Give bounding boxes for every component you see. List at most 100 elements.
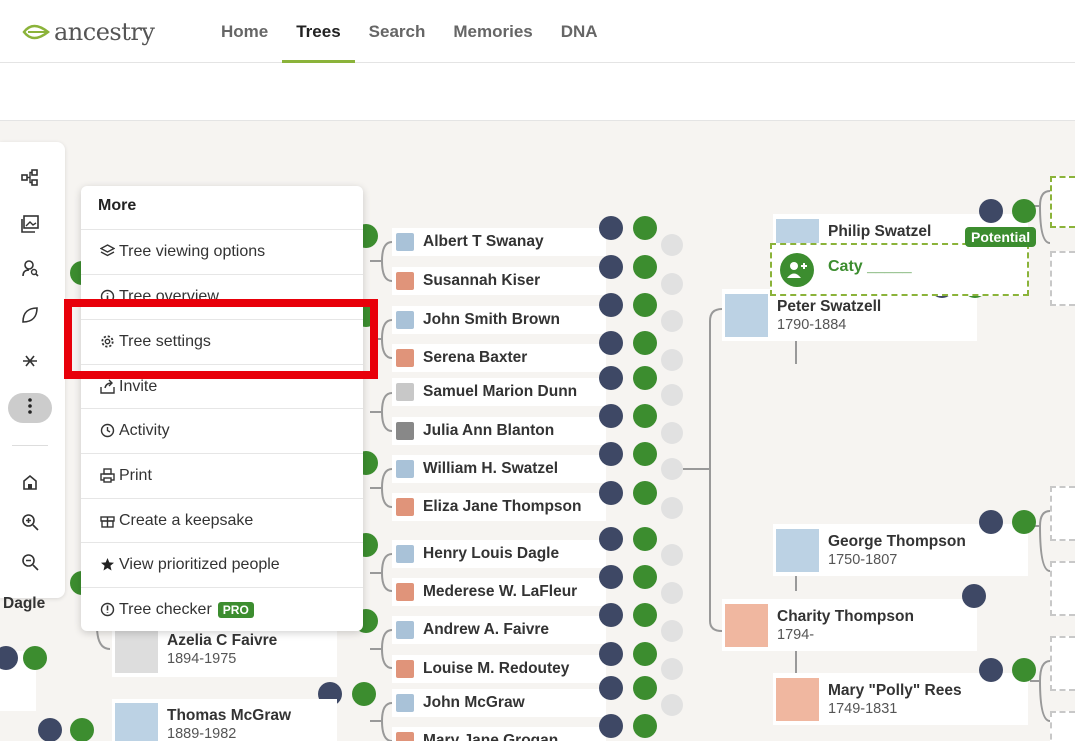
people-icon[interactable]: [599, 481, 623, 505]
people-search-button[interactable]: [8, 255, 52, 285]
people-icon[interactable]: [979, 199, 1003, 223]
home-button[interactable]: [8, 469, 52, 499]
add-parent-placeholder[interactable]: [1050, 251, 1075, 306]
person-card[interactable]: Eliza Jane Thompson: [392, 493, 606, 521]
chevron-right-icon[interactable]: [661, 384, 683, 406]
people-icon[interactable]: [599, 442, 623, 466]
people-icon[interactable]: [599, 676, 623, 700]
person-card[interactable]: John McGraw: [392, 689, 606, 717]
person-card[interactable]: Mederese W. LaFleur: [392, 578, 606, 606]
person-card[interactable]: Louise M. Redoutey: [392, 655, 606, 683]
zoom-out-button[interactable]: [8, 549, 52, 579]
compare-button[interactable]: [8, 348, 52, 378]
chevron-left-icon[interactable]: [661, 458, 683, 480]
chevron-right-icon[interactable]: [661, 349, 683, 371]
chevron-right-icon[interactable]: [661, 422, 683, 444]
person-card[interactable]: Andrew A. Faivre: [392, 616, 606, 644]
menu-item-label: Print: [119, 466, 152, 484]
people-icon[interactable]: [599, 216, 623, 240]
hint-leaf-icon[interactable]: [633, 331, 657, 355]
person-card[interactable]: Susannah Kiser: [392, 267, 606, 295]
hint-leaf-icon[interactable]: [1012, 658, 1036, 682]
people-icon[interactable]: [599, 565, 623, 589]
people-icon[interactable]: [38, 718, 62, 741]
ancestry-logo[interactable]: ancestry: [22, 18, 155, 46]
hint-leaf-icon[interactable]: [633, 642, 657, 666]
person-card[interactable]: William H. Swatzel: [392, 455, 606, 483]
hint-leaf-icon[interactable]: [633, 676, 657, 700]
menu-item-print[interactable]: Print: [81, 453, 363, 497]
chevron-right-icon[interactable]: [661, 273, 683, 295]
add-parent-placeholder[interactable]: [1050, 636, 1075, 691]
person-card[interactable]: Julia Ann Blanton: [392, 417, 606, 445]
hint-leaf-icon[interactable]: [633, 293, 657, 317]
chevron-right-icon[interactable]: [661, 497, 683, 519]
person-card[interactable]: Serena Baxter: [392, 344, 606, 372]
menu-item-tree-viewing-options[interactable]: Tree viewing options: [81, 229, 363, 273]
person-card[interactable]: Mary Jane Grogan: [392, 727, 606, 741]
person-name: Susannah Kiser: [423, 272, 541, 289]
person-card[interactable]: Charity Thompson 1794-: [722, 599, 977, 651]
person-card[interactable]: Henry Louis Dagle: [392, 540, 606, 568]
people-icon[interactable]: [599, 293, 623, 317]
tree-view-button[interactable]: [8, 165, 52, 195]
people-icon[interactable]: [599, 527, 623, 551]
nav-home[interactable]: Home: [207, 0, 282, 63]
people-icon[interactable]: [599, 255, 623, 279]
chevron-right-icon[interactable]: [661, 544, 683, 566]
hint-leaf-icon[interactable]: [633, 565, 657, 589]
people-icon[interactable]: [599, 642, 623, 666]
person-card[interactable]: John Smith Brown: [392, 306, 606, 334]
clock-icon: [98, 422, 116, 440]
chevron-right-icon[interactable]: [661, 310, 683, 332]
potential-person-card[interactable]: Caty _____: [770, 243, 1029, 296]
people-icon[interactable]: [599, 331, 623, 355]
add-parent-placeholder[interactable]: [1050, 176, 1075, 228]
menu-item-activity[interactable]: Activity: [81, 408, 363, 452]
menu-item-tree-checker[interactable]: Tree checker PRO: [81, 587, 363, 631]
hint-leaf-icon[interactable]: [1012, 199, 1036, 223]
hint-leaf-icon[interactable]: [633, 404, 657, 428]
hint-leaf-icon[interactable]: [633, 366, 657, 390]
add-parent-placeholder[interactable]: [1050, 711, 1075, 741]
chevron-right-icon[interactable]: [661, 658, 683, 680]
hint-leaf-icon[interactable]: [633, 255, 657, 279]
hint-leaf-icon[interactable]: [23, 646, 47, 670]
people-icon[interactable]: [599, 603, 623, 627]
people-icon[interactable]: [599, 714, 623, 738]
person-card[interactable]: Albert T Swanay: [392, 228, 606, 256]
menu-item-create-keepsake[interactable]: Create a keepsake: [81, 498, 363, 542]
hint-leaf-icon[interactable]: [633, 527, 657, 551]
add-parent-placeholder[interactable]: [1050, 486, 1075, 541]
hint-leaf-icon[interactable]: [633, 714, 657, 738]
hint-leaf-icon[interactable]: [70, 718, 94, 741]
hint-leaf-icon[interactable]: [1012, 510, 1036, 534]
nav-dna[interactable]: DNA: [547, 0, 612, 63]
chevron-right-icon[interactable]: [661, 582, 683, 604]
chevron-right-icon[interactable]: [661, 620, 683, 642]
hints-button[interactable]: [8, 302, 52, 332]
nav-memories[interactable]: Memories: [439, 0, 546, 63]
hint-leaf-icon[interactable]: [633, 603, 657, 627]
people-icon[interactable]: [599, 366, 623, 390]
hint-leaf-icon[interactable]: [633, 216, 657, 240]
person-card[interactable]: Thomas McGraw 1889-1982: [112, 699, 337, 741]
media-gallery-button[interactable]: [8, 211, 52, 241]
chevron-right-icon[interactable]: [661, 234, 683, 256]
person-card[interactable]: Samuel Marion Dunn: [392, 378, 606, 406]
chevron-right-icon[interactable]: [661, 694, 683, 716]
add-parent-placeholder[interactable]: [1050, 561, 1075, 616]
nav-trees[interactable]: Trees: [282, 0, 356, 63]
people-icon[interactable]: [962, 584, 986, 608]
people-icon[interactable]: [599, 404, 623, 428]
more-button[interactable]: [8, 393, 52, 423]
menu-item-view-prioritized-people[interactable]: View prioritized people: [81, 542, 363, 586]
zoom-in-button[interactable]: [8, 509, 52, 539]
more-icon: [27, 397, 33, 420]
nav-search[interactable]: Search: [355, 0, 440, 63]
hint-leaf-icon[interactable]: [633, 481, 657, 505]
hint-leaf-icon[interactable]: [633, 442, 657, 466]
people-icon[interactable]: [979, 658, 1003, 682]
hint-leaf-icon[interactable]: [352, 682, 376, 706]
people-icon[interactable]: [979, 510, 1003, 534]
